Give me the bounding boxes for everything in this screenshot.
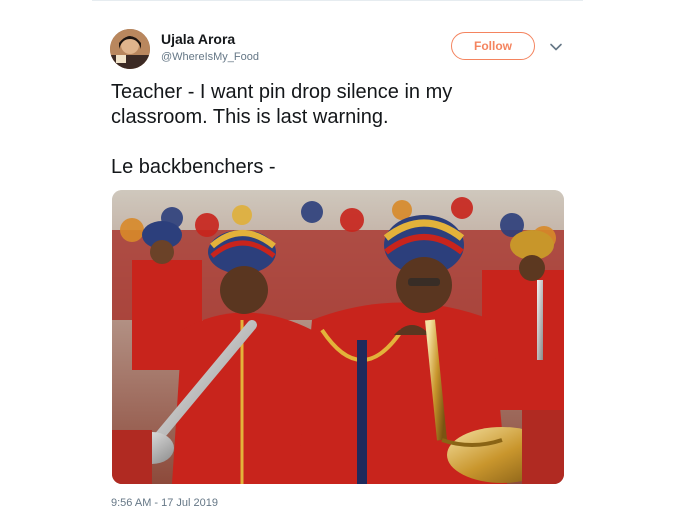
band-photo [112,190,564,484]
tweet-timestamp[interactable]: 9:56 AM - 17 Jul 2019 [111,497,218,509]
tweet-media[interactable] [112,190,564,484]
chevron-down-icon[interactable] [549,40,563,54]
top-divider [92,0,583,1]
follow-button[interactable]: Follow [451,32,535,60]
user-name[interactable]: Ujala Arora [161,31,235,47]
avatar-image [110,29,150,69]
avatar[interactable] [110,29,150,69]
user-handle[interactable]: @WhereIsMy_Food [161,51,259,63]
tweet-text: Teacher - I want pin drop silence in my … [111,81,453,178]
